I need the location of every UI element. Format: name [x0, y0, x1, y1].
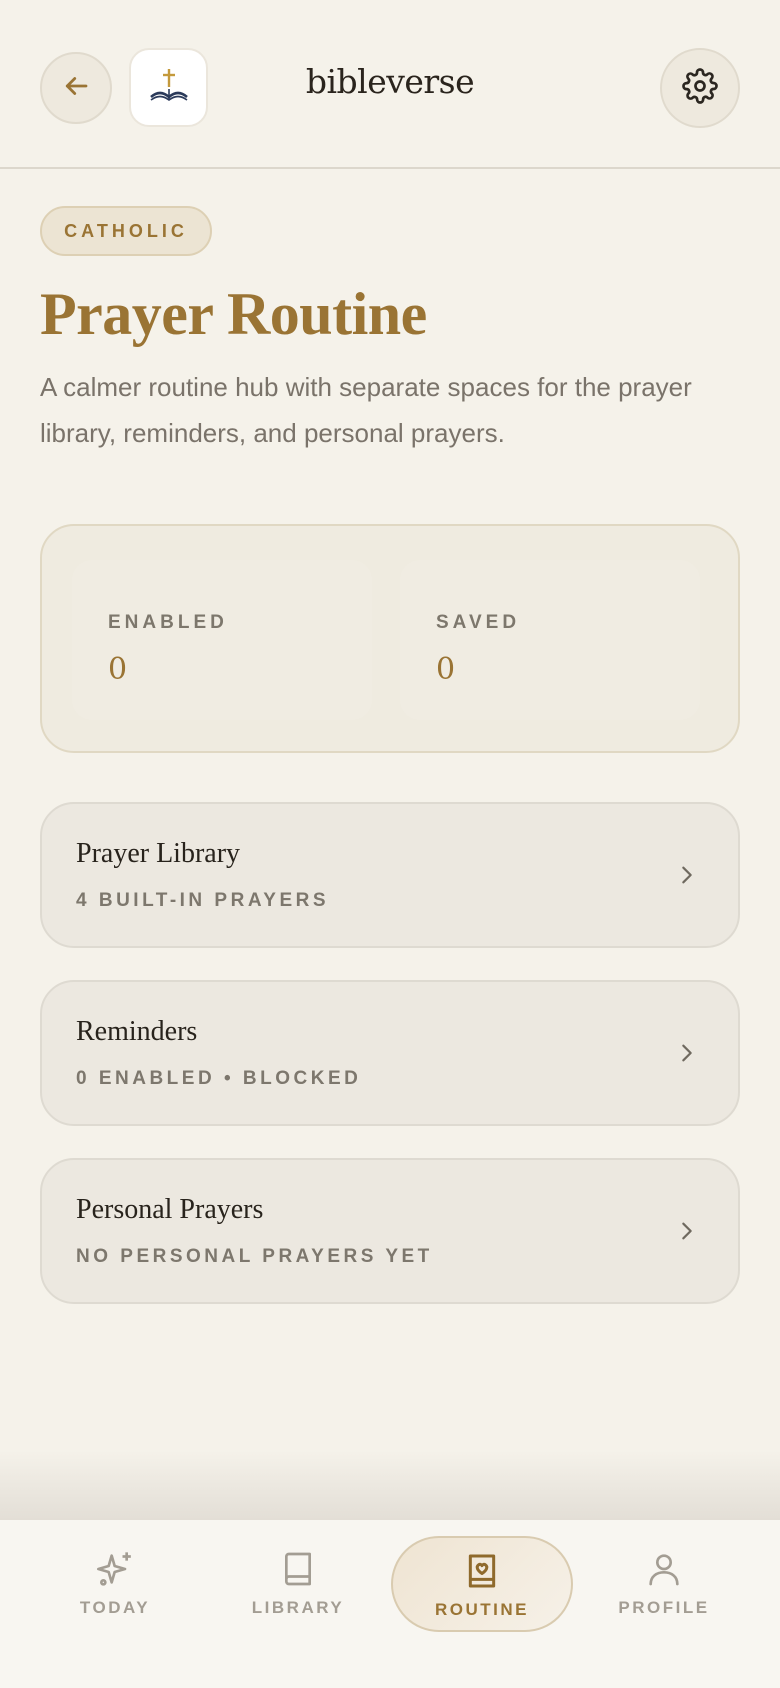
card-subtitle: 4 BUILT-IN PRAYERS [76, 890, 330, 911]
tabbar-shadow [0, 1450, 780, 1520]
bible-cross-icon [148, 67, 190, 108]
back-button[interactable] [40, 52, 112, 124]
stat-label: SAVED [436, 612, 521, 633]
tab-label: TODAY [79, 1598, 151, 1617]
card-title: Personal Prayers [76, 1194, 264, 1225]
card-subtitle: NO PERSONAL PRAYERS YET [76, 1246, 433, 1267]
chevron-right-icon [672, 860, 702, 890]
sparkle-icon [94, 1548, 136, 1590]
tab-label: ROUTINE [435, 1600, 529, 1619]
tab-routine[interactable]: ROUTINE [391, 1536, 573, 1632]
tab-profile[interactable]: PROFILE [574, 1536, 754, 1632]
tab-today[interactable]: TODAY [25, 1536, 205, 1632]
book-icon [277, 1548, 319, 1590]
card-title: Prayer Library [76, 838, 241, 869]
arrow-left-icon [61, 71, 91, 106]
chevron-right-icon [672, 1038, 702, 1068]
prayer-library-card[interactable]: Prayer Library 4 BUILT-IN PRAYERS [40, 802, 740, 948]
bottom-tab-bar: TODAY LIBRARY ROUTINE PROFILE [0, 1520, 780, 1688]
stat-label: ENABLED [108, 612, 228, 633]
stat-value: 0 [108, 652, 128, 687]
person-icon [643, 1548, 685, 1590]
tab-library[interactable]: LIBRARY [208, 1536, 388, 1632]
prayer-routine-screen: bibleverse CATHOLIC Prayer Routine A cal… [0, 0, 780, 1688]
stat-enabled: ENABLED 0 [72, 560, 372, 720]
chevron-right-icon [672, 1216, 702, 1246]
settings-button[interactable] [660, 48, 740, 128]
page-description: A calmer routine hub with separate space… [40, 372, 692, 448]
app-logo [129, 48, 208, 127]
stats-card: ENABLED 0 SAVED 0 [40, 524, 740, 753]
app-title: bibleverse [305, 62, 475, 101]
reminders-card[interactable]: Reminders 0 ENABLED • BLOCKED [40, 980, 740, 1126]
tab-label: PROFILE [618, 1598, 710, 1617]
card-subtitle: 0 ENABLED • BLOCKED [76, 1068, 362, 1089]
tab-label: LIBRARY [251, 1598, 345, 1617]
page-title: Prayer Routine [40, 281, 427, 347]
card-title: Reminders [76, 1016, 198, 1047]
top-bar: bibleverse [0, 0, 780, 169]
prayer-book-heart-icon [461, 1550, 503, 1592]
stat-saved: SAVED 0 [400, 560, 700, 720]
gear-icon [682, 67, 718, 109]
stat-value: 0 [436, 652, 456, 687]
denomination-badge: CATHOLIC [40, 206, 212, 256]
personal-prayers-card[interactable]: Personal Prayers NO PERSONAL PRAYERS YET [40, 1158, 740, 1304]
